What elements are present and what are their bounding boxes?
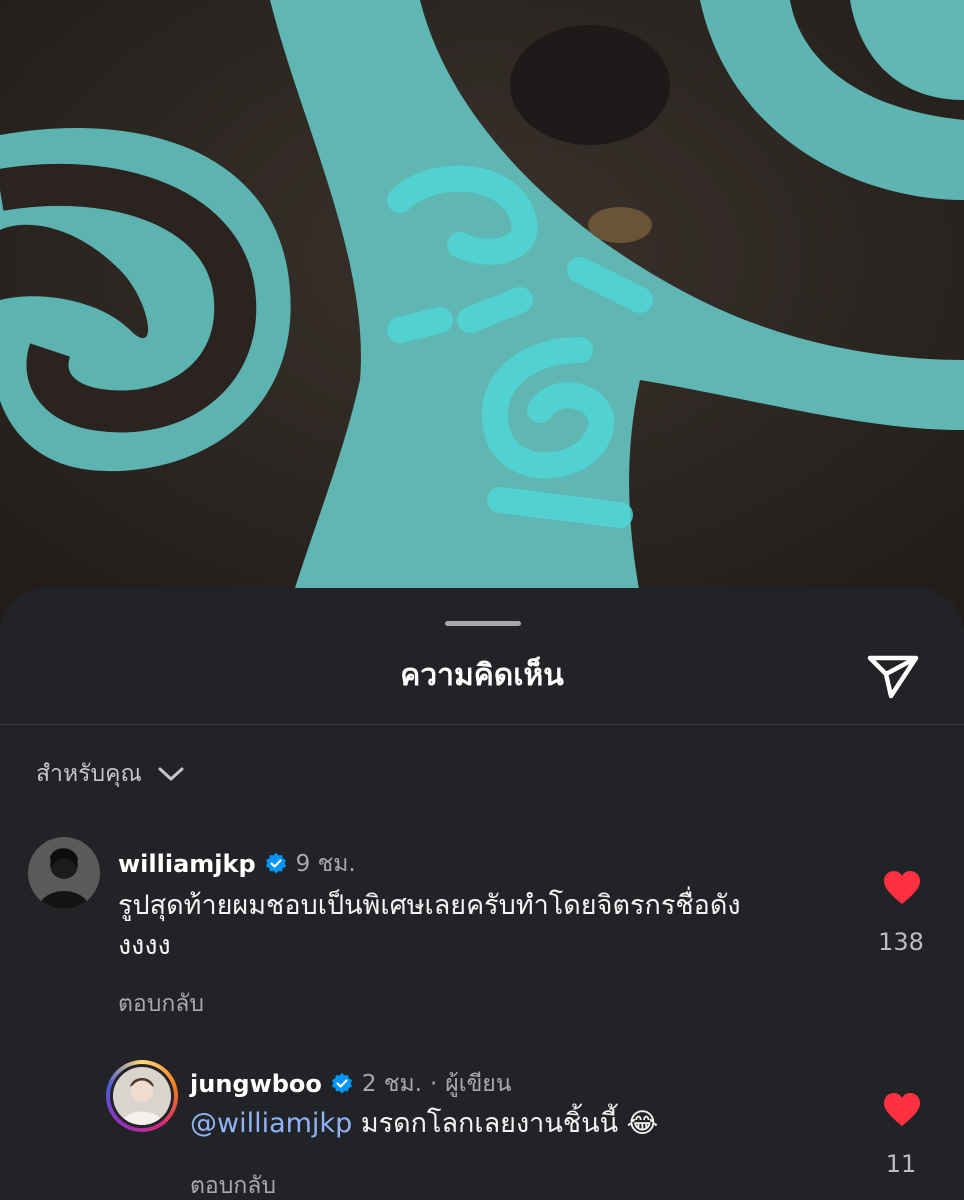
reply-button[interactable]: ตอบกลับ xyxy=(190,1168,276,1200)
heart-icon xyxy=(884,871,920,904)
avatar[interactable] xyxy=(106,1060,178,1132)
comment-text-line: รูปสุดท้ายผมชอบเป็นพิเศษเลยครับทำโดยจิตร… xyxy=(118,890,741,921)
sheet-title: ความคิดเห็น xyxy=(400,658,564,693)
separator-dot: · xyxy=(429,1071,438,1097)
like-button[interactable] xyxy=(882,1092,922,1128)
send-icon xyxy=(867,655,919,699)
header-divider xyxy=(0,724,964,725)
sort-filter-dropdown[interactable]: สำหรับคุณ xyxy=(36,756,184,792)
mention-link[interactable]: @williamjkp xyxy=(190,1108,352,1139)
post-photo xyxy=(0,0,964,640)
comment-body: มรดกโลกเลยงานชิ้นนี้ xyxy=(360,1108,619,1139)
like-button[interactable] xyxy=(882,870,922,906)
like-count: 11 xyxy=(885,1150,917,1178)
author-label: ผู้เขียน xyxy=(445,1071,512,1097)
comment-timestamp: 9 ชม. xyxy=(295,851,356,877)
comment-text: รูปสุดท้ายผมชอบเป็นพิเศษเลยครับทำโดยจิตร… xyxy=(118,886,848,966)
drag-handle[interactable] xyxy=(445,621,521,626)
comment-timestamp: 2 ชม. xyxy=(361,1071,422,1097)
filter-label: สำหรับคุณ xyxy=(36,761,142,787)
comments-sheet: ความคิดเห็น สำหรับคุณ williamjkp 9 ชม. ร… xyxy=(0,588,964,1200)
comment-username[interactable]: williamjkp xyxy=(118,850,256,878)
like-count: 138 xyxy=(878,928,924,956)
chevron-down-icon xyxy=(158,767,184,781)
comment-text-line: งงงง xyxy=(118,930,171,961)
heart-icon xyxy=(884,1093,920,1126)
verified-badge-icon xyxy=(265,853,286,874)
reply-button[interactable]: ตอบกลับ xyxy=(118,986,204,1022)
avatar[interactable] xyxy=(28,837,100,909)
comment-username[interactable]: jungwboo xyxy=(190,1070,322,1098)
laughing-emoji: 😂 xyxy=(626,1108,659,1139)
verified-badge-icon xyxy=(331,1073,352,1094)
send-button[interactable] xyxy=(866,652,920,700)
comment-text: @williamjkp มรดกโลกเลยงานชิ้นนี้ 😂 xyxy=(190,1104,830,1144)
